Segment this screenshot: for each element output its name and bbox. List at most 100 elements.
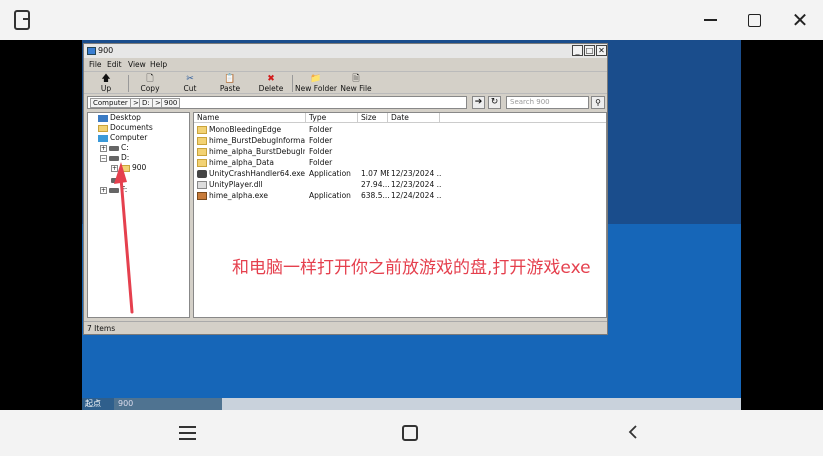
copy-icon: 🗋 [146, 74, 154, 84]
minimize-button[interactable] [700, 10, 720, 30]
file-name: UnityCrashHandler64.exe [197, 168, 305, 179]
paste-icon: 📋 [224, 74, 236, 84]
file-row[interactable]: UnityCrashHandler64.exe Application 1.07 M… [194, 168, 606, 179]
close-button[interactable]: ✕ [790, 10, 810, 30]
copy-button[interactable]: 🗋 Copy [130, 74, 170, 94]
start-button[interactable]: 起点 [82, 398, 114, 410]
dll-icon [197, 181, 207, 189]
go-arrow-icon[interactable]: ➔ [472, 96, 485, 109]
file-row[interactable]: hime_alpha_Data Folder [194, 157, 606, 168]
file-row[interactable]: MonoBleedingEdge Folder [194, 124, 606, 135]
up-arrow-icon: 🡅 [101, 74, 111, 84]
app-icon [14, 10, 30, 30]
app-icon [197, 192, 207, 200]
tree-item-900[interactable]: +900 [111, 163, 146, 173]
file-type: Folder [309, 136, 333, 145]
window-titlebar[interactable]: 900 _ □ ✕ [84, 44, 607, 58]
file-type: Folder [309, 158, 333, 167]
expand-icon[interactable]: + [100, 186, 107, 194]
folder-icon [197, 126, 207, 134]
drive-icon [109, 187, 119, 193]
tree-item-d[interactable]: − D: [100, 153, 129, 163]
breadcrumb-d[interactable]: D: [139, 98, 153, 108]
host-titlebar: ✕ [0, 0, 823, 40]
cut-button[interactable]: ✂ Cut [170, 74, 210, 94]
delete-icon: ✖ [267, 74, 275, 84]
toolbar: 🡅 Up 🗋 Copy ✂ Cut 📋 Paste ✖ Delete 📁 New Folde… [84, 71, 607, 94]
menu-help[interactable]: Help [150, 60, 167, 69]
folder-icon [197, 148, 207, 156]
folder-app-icon [87, 47, 96, 55]
tree-item-f[interactable]: + F: [100, 185, 127, 195]
maximize-button[interactable] [744, 10, 764, 30]
new-folder-button[interactable]: 📁 New Folder [294, 74, 338, 94]
column-size[interactable]: Size [358, 113, 388, 123]
column-type[interactable]: Type [306, 113, 358, 123]
drive-icon [109, 145, 119, 151]
address-bar[interactable]: Computer > D: > 900 [87, 96, 467, 109]
menu-icon[interactable] [179, 426, 196, 440]
paste-button[interactable]: 📋 Paste [210, 74, 250, 94]
file-row[interactable]: hime_alpha_BurstDebugInf... Folder [194, 146, 606, 157]
file-date: 12/23/2024 ... [391, 180, 441, 189]
breadcrumb-900[interactable]: 900 [161, 98, 181, 108]
system-navbar [0, 410, 823, 456]
expand-icon[interactable]: + [100, 144, 107, 152]
column-name[interactable]: Name [194, 113, 306, 123]
file-list[interactable]: Name Type Size Date MonoBleedingEdge Fold… [193, 112, 607, 318]
file-name: hime_alpha_BurstDebugInf... [197, 146, 305, 157]
file-type: Application [309, 191, 351, 200]
column-date[interactable]: Date [388, 113, 440, 123]
computer-icon [98, 134, 108, 142]
remote-taskbar: 起点 900 [82, 398, 741, 410]
documents-icon [98, 124, 108, 132]
file-row[interactable]: hime_BurstDebugInformati... Folder [194, 135, 606, 146]
file-type: Folder [309, 125, 333, 134]
folder-icon [197, 159, 207, 167]
breadcrumb-computer[interactable]: Computer [90, 98, 131, 108]
file-type: Folder [309, 147, 333, 156]
drive-icon [109, 155, 119, 161]
new-file-button[interactable]: 🗎 New File [336, 74, 376, 94]
inner-close-button[interactable]: ✕ [596, 45, 607, 56]
folder-icon [197, 137, 207, 145]
file-name: UnityPlayer.dll [197, 179, 305, 190]
expand-icon[interactable]: + [111, 164, 118, 172]
delete-button[interactable]: ✖ Delete [251, 74, 291, 94]
file-name: hime_alpha.exe [197, 190, 305, 201]
new-folder-icon: 📁 [310, 74, 322, 84]
collapse-icon[interactable]: − [100, 154, 107, 162]
tree-item-drive-e[interactable] [100, 175, 123, 185]
menu-view[interactable]: View [128, 60, 146, 69]
file-name: hime_alpha_Data [197, 157, 305, 168]
folder-icon [120, 164, 130, 172]
up-button[interactable]: 🡅 Up [86, 74, 126, 94]
folder-tree[interactable]: Desktop Documents Computer + C: − D: +900 … [87, 112, 190, 318]
file-row[interactable]: hime_alpha.exe Application 638.5... 12/24/2… [194, 190, 606, 201]
file-size: 1.07 MB [361, 169, 389, 178]
menu-file[interactable]: File [89, 60, 102, 69]
file-type: Application [309, 169, 351, 178]
cut-icon: ✂ [186, 74, 194, 84]
inner-maximize-button[interactable]: □ [584, 45, 595, 56]
tree-item-c[interactable]: + C: [100, 143, 129, 153]
window-title: 900 [98, 46, 114, 55]
file-size: 638.5... [361, 191, 389, 200]
taskbar-item-900[interactable]: 900 [114, 398, 222, 410]
home-icon[interactable] [402, 425, 418, 441]
tree-item-desktop[interactable]: Desktop [98, 113, 141, 123]
file-row[interactable]: UnityPlayer.dll 27.94... 12/23/2024 ... [194, 179, 606, 190]
search-icon[interactable]: ⚲ [591, 96, 605, 109]
back-icon[interactable] [626, 425, 640, 439]
file-explorer-window: 900 _ □ ✕ File Edit View Help 🡅 Up 🗋 Copy … [83, 43, 608, 335]
annotation-caption: 和电脑一样打开你之前放游戏的盘,打开游戏exe [232, 258, 591, 278]
file-date: 12/23/2024 ... [391, 169, 441, 178]
file-size: 27.94... [361, 180, 389, 189]
menu-edit[interactable]: Edit [107, 60, 122, 69]
search-input[interactable]: Search 900 [506, 96, 589, 109]
drive-icon [111, 177, 121, 183]
tree-item-computer[interactable]: Computer [98, 133, 147, 143]
tree-item-documents[interactable]: Documents [98, 123, 153, 133]
inner-minimize-button[interactable]: _ [572, 45, 583, 56]
refresh-icon[interactable]: ↻ [488, 96, 501, 109]
